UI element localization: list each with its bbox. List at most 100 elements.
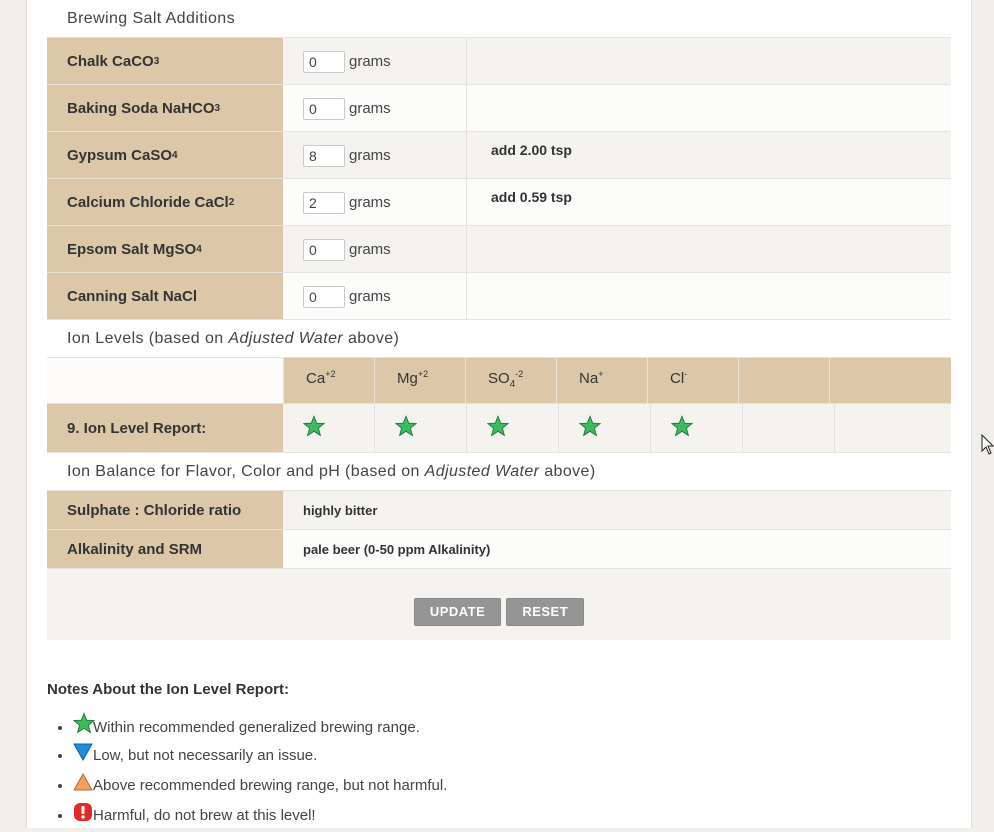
salt-label: Baking Soda NaHCO 3 — [47, 85, 283, 131]
mouse-cursor-icon — [981, 434, 994, 455]
salt-note — [467, 226, 951, 272]
note-item: Within recommended generalized brewing r… — [72, 712, 847, 742]
red-exclamation-icon — [73, 802, 93, 822]
ion-report-label: 9. Ion Level Report: — [47, 404, 283, 452]
salt-row: Epsom Salt MgSO4 grams — [47, 226, 951, 273]
salt-unit: grams — [349, 287, 391, 305]
salt-additions-title: Brewing Salt Additions — [47, 0, 951, 38]
salt-row: Chalk CaCO3 grams — [47, 38, 951, 85]
blue-down-triangle-icon — [73, 742, 93, 762]
ion-header-empty-cell — [739, 358, 830, 403]
salt-grams-input[interactable] — [303, 285, 345, 308]
salt-name: Baking Soda NaHCO — [67, 99, 215, 117]
note-text: Above recommended brewing range, but not… — [93, 777, 448, 794]
ion-header-blank — [47, 358, 284, 403]
ion-balance-title-pre: Ion Balance for Flavor, Color and pH (ba… — [67, 463, 425, 480]
ion-charge: -2 — [515, 369, 524, 379]
ion-report-empty-cell — [835, 404, 951, 452]
ion-symbol: Ca — [306, 370, 326, 387]
page-content: Brewing Salt Additions Chalk CaCO3gramsB… — [26, 0, 972, 828]
button-area: UPDATE RESET — [47, 569, 951, 640]
salt-grams-input[interactable] — [303, 144, 345, 167]
star-icon — [486, 414, 510, 442]
ion-report-cell — [283, 404, 375, 452]
balance-label: Alkalinity and SRM — [47, 530, 283, 568]
ion-symbol: Mg — [397, 370, 418, 387]
salt-note — [467, 38, 951, 84]
green-star-icon — [72, 712, 96, 734]
salt-note: add 0.59 tsp — [467, 179, 951, 225]
salt-input-cell: grams — [283, 38, 467, 84]
ion-header-cell: Cl- — [648, 358, 739, 403]
ion-balance-title-em: Adjusted Water — [424, 463, 540, 480]
salt-grams-input[interactable] — [303, 97, 345, 120]
ion-report-cell — [559, 404, 651, 452]
salt-note: add 2.00 tsp — [467, 132, 951, 178]
ion-levels-title: Ion Levels (based on Adjusted Water abov… — [47, 320, 951, 358]
reset-button[interactable]: RESET — [506, 598, 585, 626]
update-button[interactable]: UPDATE — [413, 598, 502, 626]
salt-note — [467, 273, 951, 319]
note-text: Harmful, do not brew at this level! — [93, 807, 316, 824]
ion-balance-title: Ion Balance for Flavor, Color and pH (ba… — [47, 453, 951, 491]
salt-name: Chalk CaCO — [67, 52, 154, 70]
note-text: Within recommended generalized brewing r… — [93, 719, 420, 736]
ion-levels-title-pre: Ion Levels (based on — [67, 330, 229, 347]
salt-unit: grams — [349, 193, 391, 211]
ion-report-cell — [651, 404, 743, 452]
ion-header-row: Ca+2 Mg+2 SO4-2 Na+ Cl- — [47, 358, 951, 404]
salt-grams-input[interactable] — [303, 50, 345, 73]
salt-input-cell: grams — [283, 226, 467, 272]
ion-header-cell: Na+ — [557, 358, 648, 403]
ion-header-cell: SO4-2 — [466, 358, 557, 403]
ion-header-empty-cell — [830, 358, 951, 403]
salt-name: Calcium Chloride CaCl — [67, 193, 229, 211]
salt-unit: grams — [349, 146, 391, 164]
star-icon — [578, 414, 602, 442]
salt-input-cell: grams — [283, 273, 467, 319]
salt-row: Calcium Chloride CaCl2 grams add 0.59 tsp — [47, 179, 951, 226]
notes-list: Within recommended generalized brewing r… — [47, 712, 847, 832]
salt-row: Gypsum CaSO4 grams add 2.00 tsp — [47, 132, 951, 179]
salt-subscript: 3 — [214, 102, 221, 114]
note-text: Low, but not necessarily an issue. — [93, 747, 318, 764]
balance-label: Sulphate : Chloride ratio — [47, 491, 283, 529]
salt-rows: Chalk CaCO3gramsBaking Soda NaHCO3gramsG… — [47, 38, 951, 320]
ion-charge: +2 — [325, 369, 336, 379]
salt-row: Canning Salt NaCl grams — [47, 273, 951, 320]
ion-subscript: 4 — [509, 379, 516, 390]
salt-subscript: 4 — [196, 243, 202, 255]
salt-input-cell: grams — [283, 132, 467, 178]
salt-label: Gypsum CaSO 4 — [47, 132, 283, 178]
water-calculator: Brewing Salt Additions Chalk CaCO3gramsB… — [47, 0, 951, 640]
ion-report-cell — [375, 404, 467, 452]
note-item: Low, but not necessarily an issue. — [73, 742, 847, 772]
salt-grams-input[interactable] — [303, 238, 345, 261]
salt-input-cell: grams — [283, 179, 467, 225]
balance-row: Alkalinity and SRM pale beer (0-50 ppm Al… — [47, 530, 951, 569]
salt-label: Calcium Chloride CaCl 2 — [47, 179, 283, 225]
salt-unit: grams — [349, 52, 391, 70]
ion-levels-title-post: above) — [343, 330, 400, 347]
salt-subscript: 3 — [153, 55, 160, 67]
ion-report-empty-cell — [743, 404, 835, 452]
balance-row: Sulphate : Chloride ratio highly bitter — [47, 491, 951, 530]
salt-unit: grams — [349, 99, 391, 117]
salt-note — [467, 85, 951, 131]
salt-label: Chalk CaCO 3 — [47, 38, 283, 84]
ion-charge: - — [684, 369, 688, 379]
ion-symbol: Na — [579, 370, 599, 387]
salt-name: Epsom Salt MgSO — [67, 240, 197, 258]
star-icon — [670, 414, 694, 442]
salt-grams-input[interactable] — [303, 191, 345, 214]
note-item: Above recommended brewing range, but not… — [73, 772, 847, 802]
ion-header-cell: Ca+2 — [284, 358, 375, 403]
ion-header-cell: Mg+2 — [375, 358, 466, 403]
ion-levels-title-em: Adjusted Water — [228, 330, 344, 347]
star-icon — [302, 414, 326, 442]
notes-title: Notes About the Ion Level Report: — [47, 681, 289, 698]
orange-up-triangle-icon — [73, 772, 93, 792]
balance-rows: Sulphate : Chloride ratio highly bitter Al… — [47, 491, 951, 569]
salt-subscript: 4 — [172, 149, 178, 161]
ion-charge: +2 — [417, 369, 429, 379]
